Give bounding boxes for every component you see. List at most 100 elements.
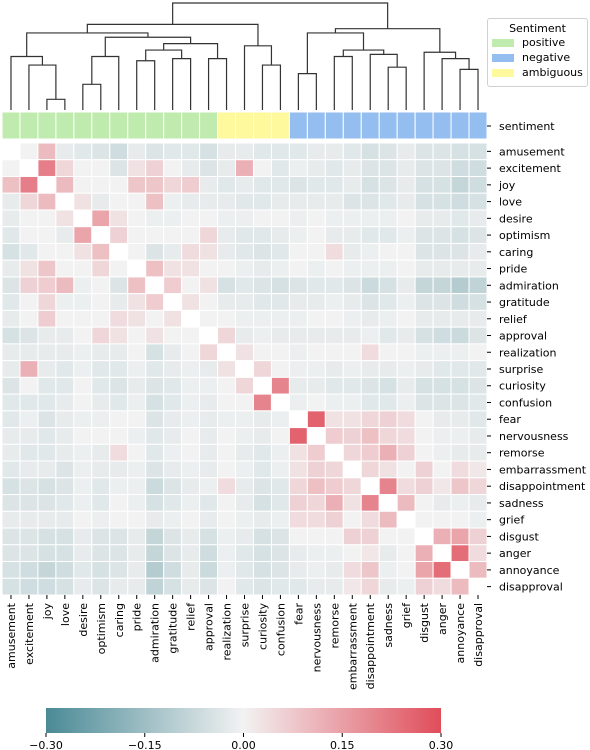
heatmap-cell [360, 326, 380, 345]
heatmap-cell [1, 376, 21, 395]
heatmap-cell [181, 159, 201, 177]
heatmap-cell [235, 209, 254, 228]
sentiment-cell-gratitude [163, 111, 183, 140]
heatmap-cell [378, 242, 398, 261]
heatmap-cell [450, 427, 470, 445]
column-tick-labels: amusement excitement joy love desire optimism… [5, 595, 485, 690]
heatmap-cell [217, 343, 237, 362]
heatmap-cell [396, 242, 416, 261]
heatmap-cell [342, 460, 362, 479]
heatmap-cell [306, 360, 326, 378]
heatmap-cell [37, 577, 57, 596]
heatmap-cell [1, 360, 21, 378]
heatmap-cell [468, 544, 488, 563]
heatmap-cell [181, 376, 201, 395]
heatmap-cell [450, 410, 470, 429]
colorbar: −0.30 −0.15 0.00 0.15 0.30 [29, 708, 453, 750]
heatmap-cell [306, 477, 326, 496]
heatmap-cell [181, 309, 201, 328]
heatmap-cell [378, 510, 398, 529]
sentiment-cell-anger [432, 111, 452, 140]
heatmap-cell [1, 410, 21, 429]
heatmap-cell [288, 226, 308, 244]
heatmap-cell [324, 159, 344, 177]
heatmap-cell [55, 494, 75, 512]
column-label: optimism [95, 603, 108, 654]
heatmap-cell [145, 142, 165, 161]
heatmap-cell [127, 410, 147, 429]
column-label: admiration [149, 603, 162, 663]
heatmap-cell [252, 460, 272, 479]
heatmap-cell [73, 376, 93, 395]
heatmap-cell [73, 360, 93, 378]
heatmap-cell [199, 276, 219, 295]
column-label: realization [221, 603, 234, 661]
heatmap-cell [468, 393, 488, 412]
heatmap-cell [109, 142, 129, 161]
heatmap-cell [37, 242, 57, 261]
heatmap-cell [91, 527, 111, 546]
heatmap-cell [163, 209, 183, 228]
column-label: remorse [328, 603, 341, 649]
heatmap-cell [55, 242, 75, 261]
heatmap-cell [306, 561, 326, 579]
heatmap-cell [163, 326, 183, 345]
heatmap-cell [306, 343, 326, 362]
heatmap-cell [468, 376, 488, 395]
heatmap-cell [360, 175, 380, 194]
heatmap-cell [37, 343, 57, 362]
heatmap-cell [432, 209, 452, 228]
heatmap-cell [145, 410, 165, 429]
heatmap-cell [181, 175, 201, 194]
heatmap-cell [19, 376, 39, 395]
heatmap-cell [324, 343, 344, 362]
heatmap-cell [288, 209, 308, 228]
heatmap-cell [127, 326, 147, 345]
heatmap-cell [288, 242, 308, 261]
heatmap-cell [217, 494, 237, 512]
heatmap-cell [73, 159, 93, 177]
heatmap-cell [432, 175, 452, 194]
heatmap-cell [270, 477, 290, 496]
heatmap-cell [163, 527, 183, 546]
heatmap-cell [288, 309, 308, 328]
heatmap-cell [217, 175, 237, 194]
heatmap-cell [270, 393, 290, 412]
heatmap-cell [270, 309, 290, 328]
heatmap-cell [181, 242, 201, 261]
dendrogram-link [104, 36, 192, 57]
dendrogram-link [387, 66, 407, 110]
heatmap-cell [396, 360, 416, 378]
dendrogram-link [297, 73, 317, 110]
heatmap-cell [414, 510, 434, 529]
heatmap-cell [360, 276, 380, 295]
heatmap-cell [252, 494, 272, 512]
heatmap-cell [360, 393, 380, 412]
heatmap-cell [378, 460, 398, 479]
heatmap-cell [55, 309, 75, 328]
heatmap-cell [468, 209, 488, 228]
heatmap-cell [306, 376, 326, 395]
heatmap-cell [378, 427, 398, 445]
heatmap-cell [324, 544, 344, 563]
heatmap-cell [217, 376, 237, 395]
heatmap-cell [324, 309, 344, 328]
heatmap-cell [109, 192, 129, 211]
heatmap-cell [324, 427, 344, 445]
heatmap-cell [414, 226, 434, 244]
heatmap-cell [145, 527, 165, 546]
heatmap-cell [109, 293, 129, 311]
heatmap-cell [217, 360, 237, 378]
heatmap-cell [1, 293, 21, 311]
sentiment-cell-pride [127, 111, 147, 140]
heatmap-cell [91, 226, 111, 244]
heatmap-cell [432, 360, 452, 378]
legend-swatch-ambiguous [492, 68, 514, 77]
heatmap-cell [360, 460, 380, 479]
heatmap-cell [55, 360, 75, 378]
column-dendrogram [10, 2, 479, 110]
heatmap-cell [19, 544, 39, 563]
heatmap-cell [127, 427, 147, 445]
heatmap-cell [163, 376, 183, 395]
row-label: confusion [499, 396, 552, 409]
